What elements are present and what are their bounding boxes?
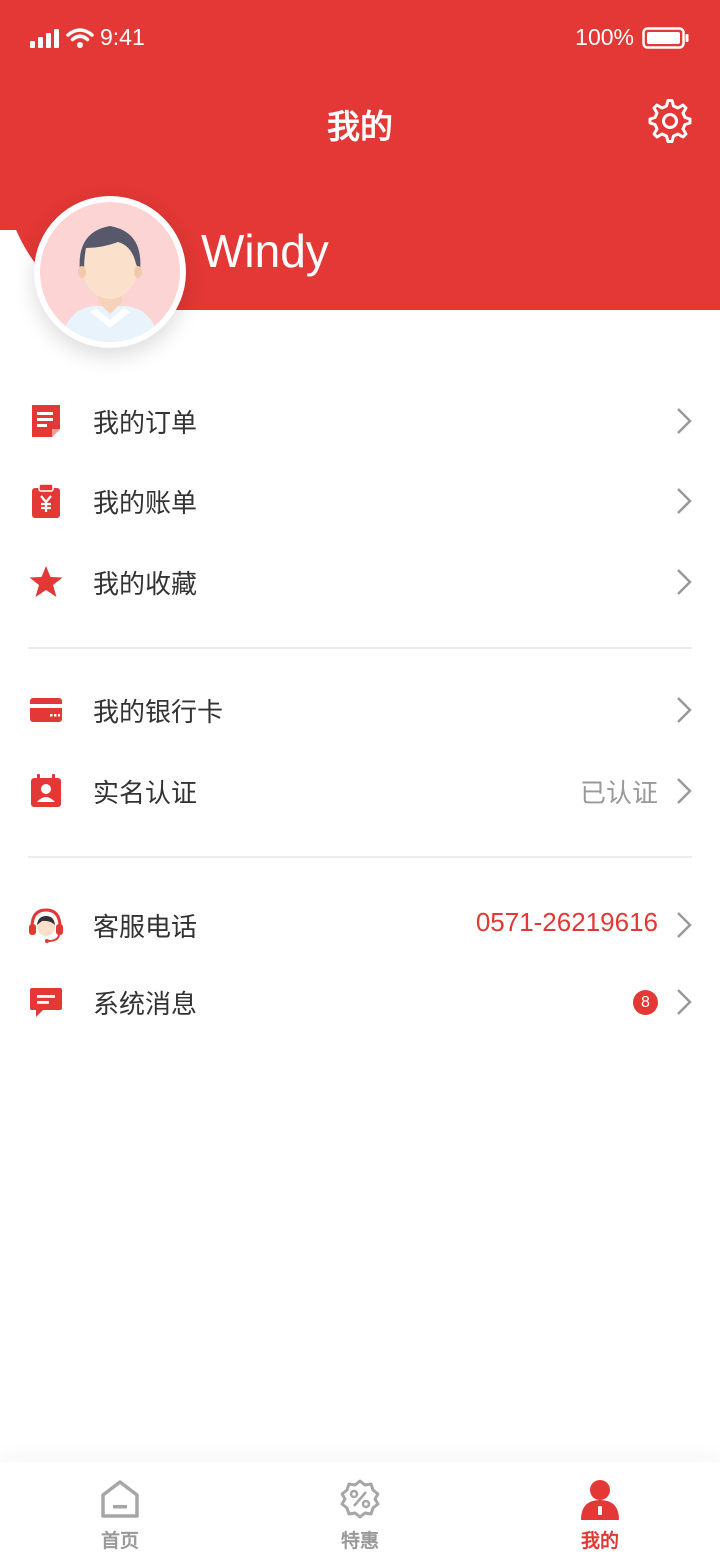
id-card-icon: [28, 771, 64, 811]
unread-badge: 8: [633, 990, 658, 1015]
menu-label: 客服电话: [93, 913, 198, 943]
user-icon: [581, 1480, 619, 1520]
menu-item-customer-service[interactable]: 客服电话 0571-26219616: [0, 885, 720, 965]
bank-card-icon: [28, 690, 64, 730]
chevron-right-icon: [677, 778, 692, 804]
menu-label: 我的银行卡: [93, 698, 224, 728]
tab-discount[interactable]: 特惠: [240, 1462, 480, 1558]
menu-label: 实名认证: [93, 779, 198, 809]
menu-item-orders[interactable]: 我的订单: [0, 381, 720, 461]
battery-percentage: 100%: [575, 24, 634, 50]
message-icon: [28, 982, 64, 1022]
battery-icon: [642, 27, 689, 49]
menu-label: 我的账单: [93, 489, 198, 519]
menu-item-bank-card[interactable]: 我的银行卡: [0, 670, 720, 750]
tab-bar: 首页 特惠 我的: [0, 1462, 720, 1558]
gear-icon[interactable]: [648, 99, 692, 143]
customer-service-icon: [28, 905, 64, 945]
chevron-right-icon: [677, 697, 692, 723]
menu-item-verification[interactable]: 实名认证 已认证: [0, 751, 720, 831]
status-time: 9:41: [100, 24, 145, 50]
tab-label: 首页: [100, 1530, 139, 1552]
chevron-right-icon: [677, 569, 692, 595]
menu-item-bills[interactable]: 我的账单: [0, 461, 720, 541]
wifi-icon: [66, 28, 94, 48]
menu-label: 系统消息: [93, 990, 198, 1020]
menu-label: 我的收藏: [93, 570, 198, 600]
customer-service-phone[interactable]: 0571-26219616: [476, 907, 658, 938]
username: Windy: [201, 225, 329, 277]
chevron-right-icon: [677, 912, 692, 938]
page-title: 我的: [327, 107, 393, 146]
star-icon: [28, 562, 64, 602]
menu-item-favorites[interactable]: 我的收藏: [0, 542, 720, 622]
menu-item-messages[interactable]: 系统消息 8: [0, 962, 720, 1042]
status-bar: 9:41 100%: [0, 0, 720, 80]
tab-mine[interactable]: 我的: [480, 1462, 720, 1558]
chevron-right-icon: [677, 488, 692, 514]
divider: [28, 647, 692, 649]
chevron-right-icon: [677, 408, 692, 434]
tab-label: 特惠: [340, 1530, 379, 1552]
signal-icon: [30, 29, 59, 48]
avatar[interactable]: [34, 196, 186, 348]
home-icon: [101, 1480, 139, 1518]
verification-status: 已认证: [579, 779, 658, 809]
order-icon: [28, 401, 64, 441]
tab-home[interactable]: 首页: [0, 1462, 240, 1558]
divider: [28, 856, 692, 858]
discount-icon: [340, 1479, 380, 1519]
person-portrait-icon: [62, 226, 158, 342]
chevron-right-icon: [677, 989, 692, 1015]
menu-label: 我的订单: [93, 409, 198, 439]
tab-label: 我的: [580, 1530, 619, 1552]
bill-icon: [28, 481, 64, 521]
avatar-image: [40, 202, 180, 342]
